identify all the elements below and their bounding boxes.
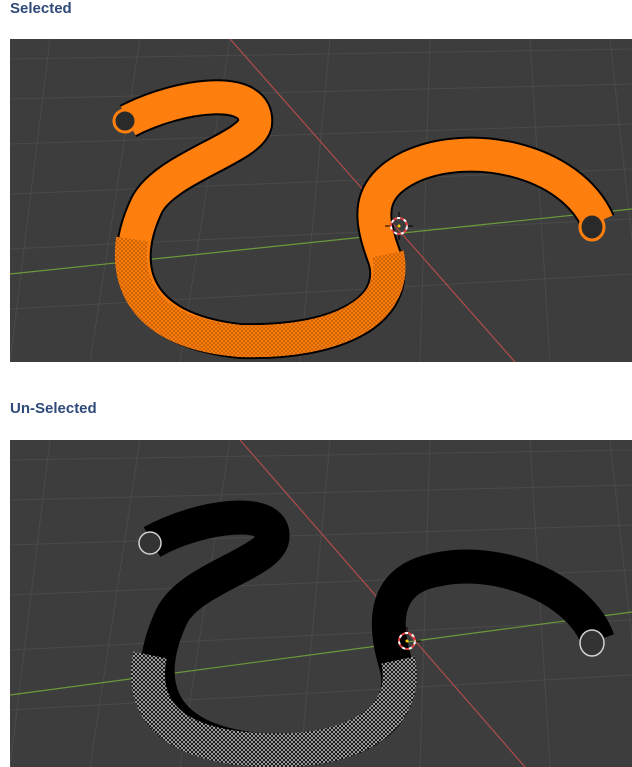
tube-end-left [112, 108, 138, 134]
viewport-unselected[interactable] [10, 440, 632, 767]
grid-lines [10, 39, 632, 362]
section-title-selected: Selected [10, 0, 72, 17]
viewport-canvas [10, 440, 632, 767]
y-axis-line [10, 208, 632, 275]
y-axis-line [10, 611, 632, 696]
tube-mesh[interactable] [130, 500, 614, 767]
tube-end-right [578, 212, 606, 242]
tube-end-left [138, 531, 162, 555]
section-title-unselected: Un-Selected [10, 400, 97, 417]
grid-lines [10, 440, 632, 767]
tube-mesh[interactable] [115, 79, 615, 360]
viewport-canvas [10, 39, 632, 362]
viewport-selected[interactable] [10, 39, 632, 362]
tube-end-right [579, 629, 605, 657]
